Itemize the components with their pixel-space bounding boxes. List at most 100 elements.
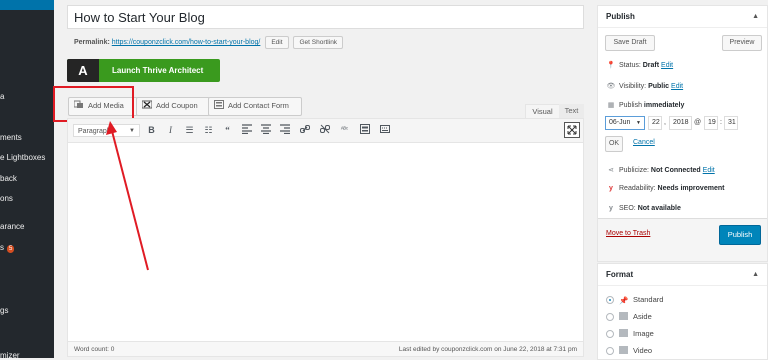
permalink-url[interactable]: https://couponzclick.com/how-to-start-yo… <box>112 39 261 46</box>
publicize-edit-link[interactable]: Edit <box>703 167 715 174</box>
format-video-label: Video <box>633 346 653 355</box>
publish-heading: Publish <box>606 12 635 21</box>
collapse-arrow-icon[interactable]: ▲ <box>752 6 759 28</box>
post-title-input[interactable]: How to Start Your Blog <box>67 5 584 29</box>
fullscreen-icon[interactable] <box>564 122 580 138</box>
italic-icon[interactable]: I <box>164 124 177 137</box>
seo-label: SEO: <box>619 205 636 212</box>
format-standard-label: Standard <box>633 295 664 304</box>
spellcheck-icon[interactable]: ᴬᴮᶜ <box>338 124 351 137</box>
minute-input[interactable]: 31 <box>724 116 738 130</box>
blockquote-icon[interactable]: “ <box>221 124 234 137</box>
format-image-label: Image <box>633 329 654 338</box>
admin-sidebar: a ments e Lightboxes back ons arance s5 … <box>0 0 54 360</box>
readability-row: y Readability: Needs improvement <box>606 185 724 192</box>
cancel-link[interactable]: Cancel <box>633 139 655 146</box>
sidebar-active-indicator <box>0 0 54 10</box>
image-icon <box>619 329 628 337</box>
contact-form-icon <box>214 99 224 109</box>
day-input[interactable]: 22 <box>648 116 662 130</box>
publish-box-header[interactable]: Publish ▲ <box>598 6 767 28</box>
format-aside-label: Aside <box>633 312 652 321</box>
radio-aside[interactable] <box>606 313 614 321</box>
format-box-header[interactable]: Format ▲ <box>598 264 767 286</box>
pin-icon: 📌 <box>619 296 629 305</box>
visibility-edit-link[interactable]: Edit <box>671 83 683 90</box>
thrive-button-label: Launch Thrive Architect <box>112 66 204 75</box>
align-center-icon[interactable] <box>259 124 272 137</box>
bold-icon[interactable]: B <box>145 124 158 137</box>
chevron-down-icon: ▼ <box>636 120 641 126</box>
readability-label: Readability: <box>619 185 656 192</box>
sidebar-item-comments[interactable]: ments <box>0 133 22 142</box>
year-input[interactable]: 2018 <box>669 116 692 130</box>
add-coupon-label: Add Coupon <box>156 101 198 110</box>
preview-button[interactable]: Preview <box>722 35 762 51</box>
collapse-arrow-icon[interactable]: ▲ <box>752 264 759 286</box>
ok-button[interactable]: OK <box>605 136 623 152</box>
sidebar-item-plugins[interactable]: s5 <box>0 243 15 253</box>
save-draft-button[interactable]: Save Draft <box>605 35 655 51</box>
sidebar-item-settings[interactable]: gs <box>0 306 8 315</box>
format-select-value: Paragraph <box>78 128 111 135</box>
publish-time-value: immediately <box>643 102 685 109</box>
yoast-icon: y <box>609 205 613 212</box>
tab-visual[interactable]: Visual <box>525 104 560 119</box>
add-coupon-button[interactable]: Add Coupon <box>136 97 210 116</box>
editor-content-area[interactable] <box>67 118 584 357</box>
annotation-highlight-box <box>53 86 134 122</box>
sidebar-item-options[interactable]: ons <box>0 194 13 203</box>
last-edited-info: Last edited by couponzclick.com on June … <box>398 346 577 353</box>
sidebar-item-optimizer[interactable]: mizer <box>0 351 20 360</box>
scissors-icon <box>141 99 153 109</box>
permalink-row: Permalink: https://couponzclick.com/how-… <box>74 36 344 49</box>
move-to-trash-link[interactable]: Move to Trash <box>606 230 650 237</box>
permalink-label: Permalink: <box>74 39 110 46</box>
word-count: Word count: 0 <box>74 346 115 353</box>
sidebar-item-lightboxes[interactable]: e Lightboxes <box>0 153 45 162</box>
format-box: Format ▲ 📌 Standard Aside Image Video <box>597 263 768 360</box>
seo-row: y SEO: Not available <box>606 205 681 212</box>
format-option-video[interactable]: Video <box>606 346 652 355</box>
publish-time-row: ▦ Publish immediately <box>606 101 685 109</box>
radio-image[interactable] <box>606 330 614 338</box>
launch-thrive-architect-button[interactable]: A Launch Thrive Architect <box>67 59 220 82</box>
toolbar-toggle-icon[interactable] <box>358 124 371 137</box>
format-option-standard[interactable]: 📌 Standard <box>606 295 664 305</box>
tab-text[interactable]: Text <box>559 104 584 118</box>
format-heading: Format <box>606 270 634 279</box>
yoast-icon: y <box>609 185 613 192</box>
link-icon[interactable] <box>298 124 311 137</box>
align-right-icon[interactable] <box>278 124 291 137</box>
date-comma: , <box>664 119 666 126</box>
editor-status-bar: Word count: 0 Last edited by couponzclic… <box>68 341 583 356</box>
bullet-list-icon[interactable]: ☰ <box>183 124 196 137</box>
get-shortlink-button[interactable]: Get Shortlink <box>293 36 344 49</box>
paragraph-format-select[interactable]: Paragraph ▼ <box>73 124 140 137</box>
eye-icon: 👁 <box>606 83 616 90</box>
add-contact-form-label: Add Contact Form <box>228 101 289 110</box>
status-edit-link[interactable]: Edit <box>661 62 673 69</box>
publish-button[interactable]: Publish <box>719 225 761 245</box>
format-option-image[interactable]: Image <box>606 329 654 338</box>
align-left-icon[interactable] <box>240 124 253 137</box>
permalink-edit-button[interactable]: Edit <box>265 36 289 49</box>
keyboard-icon[interactable] <box>378 124 391 137</box>
sidebar-item-feedback[interactable]: back <box>0 174 17 183</box>
readability-value: Needs improvement <box>657 185 725 192</box>
share-icon: ⋖ <box>608 167 614 174</box>
format-option-aside[interactable]: Aside <box>606 312 652 321</box>
date-at: @ <box>694 119 702 126</box>
editor-toolbar: Paragraph ▼ B I ☰ ☷ “ ᴬᴮᶜ <box>68 119 583 143</box>
sidebar-item-0[interactable]: a <box>0 92 4 101</box>
add-contact-form-button[interactable]: Add Contact Form <box>208 97 302 116</box>
radio-video[interactable] <box>606 347 614 355</box>
thrive-logo-icon: A <box>67 59 99 82</box>
unlink-icon[interactable] <box>318 124 331 137</box>
hour-input[interactable]: 19 <box>704 116 718 130</box>
numbered-list-icon[interactable]: ☷ <box>202 124 215 137</box>
radio-standard[interactable] <box>606 296 614 304</box>
month-select[interactable]: 06-Jun ▼ <box>605 116 645 130</box>
month-value: 06-Jun <box>609 119 631 126</box>
sidebar-item-appearance[interactable]: arance <box>0 222 24 231</box>
